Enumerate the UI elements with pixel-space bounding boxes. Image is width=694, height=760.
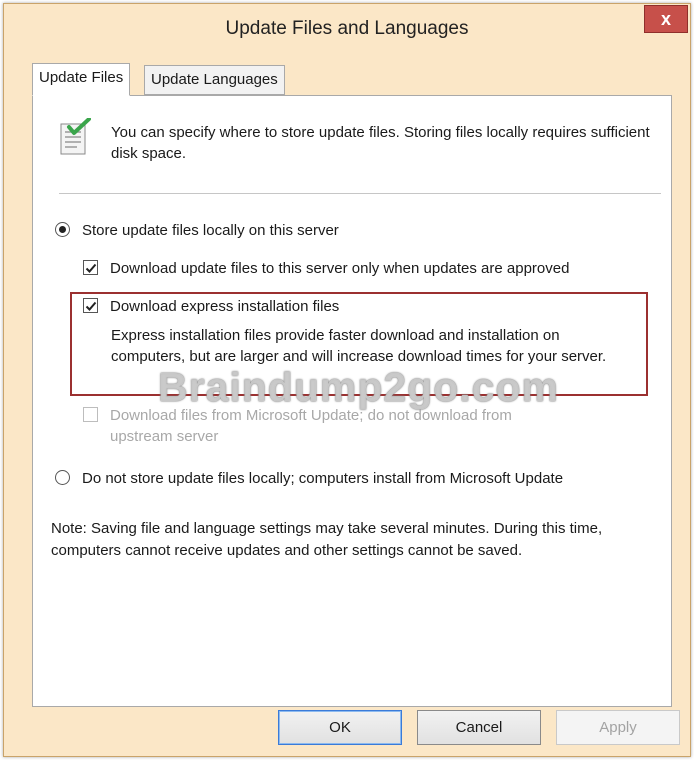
microsoft-update-label-line2: upstream server <box>110 428 219 445</box>
checkbox[interactable] <box>83 407 98 422</box>
dialog-window: Update Files and Languages x Update File… <box>3 3 691 757</box>
tab-label: Update Languages <box>151 71 278 88</box>
tab-label: Update Files <box>39 69 124 86</box>
close-button[interactable]: x <box>644 5 688 33</box>
checkbox[interactable] <box>83 260 98 275</box>
do-not-store-radio[interactable]: Do not store update files locally; compu… <box>55 468 563 489</box>
checkmark-icon <box>85 263 96 273</box>
store-locally-label: Store update files locally on this serve… <box>82 222 339 239</box>
tab-update-files[interactable]: Update Files <box>32 63 131 96</box>
cancel-button[interactable]: Cancel <box>417 710 541 745</box>
ok-button[interactable]: OK <box>278 710 402 745</box>
do-not-store-label: Do not store update files locally; compu… <box>82 470 564 487</box>
tab-update-languages[interactable]: Update Languages <box>144 65 285 95</box>
info-text: You can specify where to store update fi… <box>111 124 650 162</box>
download-when-approved-checkbox[interactable]: Download update files to this server onl… <box>83 258 569 279</box>
tab-panel-update-files: You can specify where to store update fi… <box>32 95 672 707</box>
radio-button[interactable] <box>55 222 70 237</box>
close-icon: x <box>660 8 671 29</box>
microsoft-update-checkbox[interactable]: Download files from Microsoft Update; do… <box>83 405 512 447</box>
note-text: Note: Saving file and language settings … <box>51 520 603 559</box>
divider <box>59 193 661 194</box>
highlight-annotation-box <box>70 292 648 396</box>
apply-button[interactable]: Apply <box>556 710 680 745</box>
microsoft-update-label: Download files from Microsoft Update; do… <box>110 405 512 447</box>
download-when-approved-label: Download update files to this server onl… <box>110 260 570 277</box>
radio-button[interactable] <box>55 470 70 485</box>
store-locally-radio[interactable]: Store update files locally on this serve… <box>55 220 339 241</box>
document-check-icon <box>60 118 91 155</box>
microsoft-update-label-line1: Download files from Microsoft Update; do… <box>110 407 512 424</box>
window-title: Update Files and Languages <box>225 18 469 39</box>
